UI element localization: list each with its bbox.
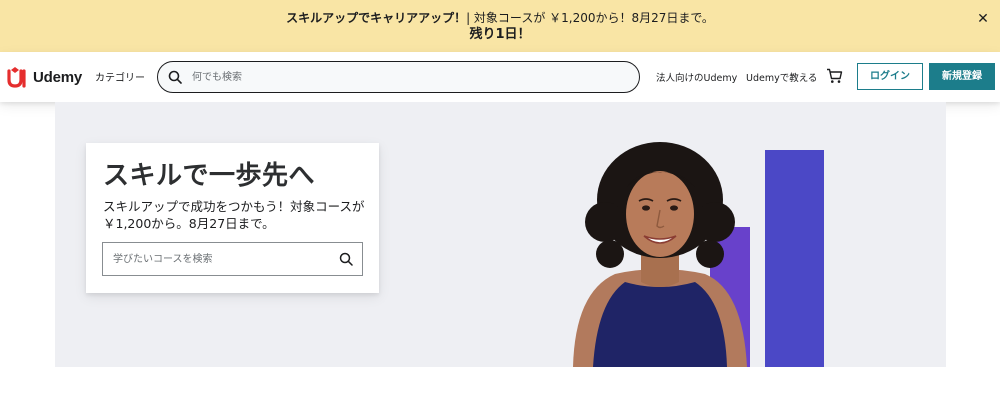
- promo-banner: スキルアップでキャリアアップ！| 対象コースが ￥1,200から！8月27日まで…: [0, 0, 1000, 52]
- teach-link[interactable]: Udemyで教える: [746, 70, 817, 84]
- decorative-bar-front: [765, 150, 824, 367]
- course-search-input[interactable]: [113, 251, 333, 267]
- hero-person-image: [573, 142, 747, 367]
- udemy-logo[interactable]: Udemy: [6, 66, 82, 88]
- promo-countdown: 残り1日！: [469, 27, 531, 42]
- hero-title: スキルで一歩先へ: [103, 161, 316, 191]
- signup-button[interactable]: 新規登録: [929, 63, 995, 90]
- udemy-logo-icon: [7, 67, 26, 88]
- search-input[interactable]: [192, 68, 622, 86]
- top-header: Udemy カテゴリー 法人向けのUdemy Udemyで教える ログイン 新規…: [0, 52, 1000, 102]
- hero-subtitle: スキルアップで成功をつかもう！対象コースが￥1,200から。8月27日まで。: [103, 199, 365, 231]
- promo-message: スキルアップでキャリアアップ！| 対象コースが ￥1,200から！8月27日まで…: [0, 11, 1000, 26]
- hero-search: [102, 242, 363, 276]
- close-icon[interactable]: ✕: [974, 10, 992, 28]
- header-search: [157, 61, 640, 93]
- hero-card: スキルで一歩先へ スキルアップで成功をつかもう！対象コースが￥1,200から。8…: [86, 143, 379, 293]
- search-icon[interactable]: [168, 70, 182, 84]
- search-icon[interactable]: [339, 252, 353, 266]
- cart-icon[interactable]: [826, 68, 843, 84]
- hero-banner: スキルで一歩先へ スキルアップで成功をつかもう！対象コースが￥1,200から。8…: [55, 102, 946, 367]
- promo-detail: | 対象コースが ￥1,200から！8月27日まで。: [466, 11, 714, 25]
- categories-menu[interactable]: カテゴリー: [95, 69, 145, 84]
- business-link[interactable]: 法人向けのUdemy: [656, 70, 737, 84]
- login-button[interactable]: ログイン: [857, 63, 923, 90]
- promo-headline: スキルアップでキャリアアップ！: [286, 11, 467, 25]
- logo-text: Udemy: [33, 68, 83, 86]
